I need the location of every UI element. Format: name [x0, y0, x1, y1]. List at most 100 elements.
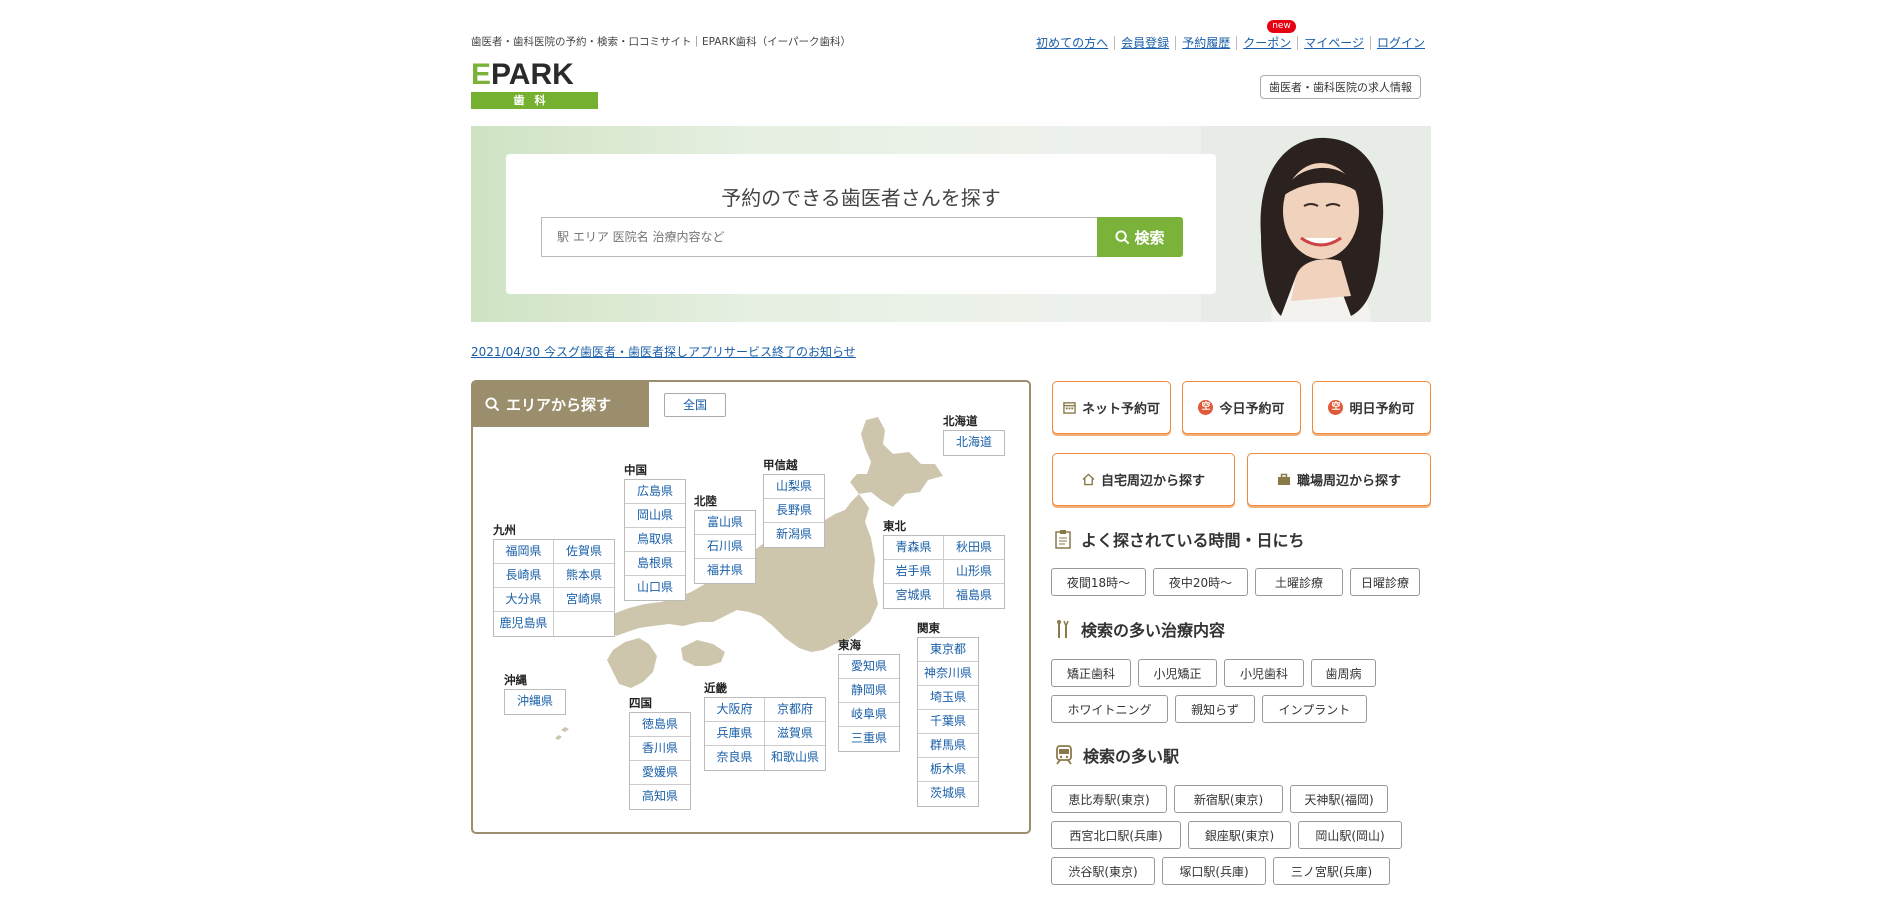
pref-wakayama[interactable]: 和歌山県 — [765, 746, 825, 770]
tag-station[interactable]: 塚口駅(兵庫) — [1162, 857, 1266, 885]
search-input[interactable] — [541, 217, 1097, 257]
tag-station[interactable]: 岡山駅(岡山) — [1298, 821, 1402, 849]
pref-shimane[interactable]: 島根県 — [625, 552, 685, 576]
tag-treatment[interactable]: 親知らず — [1175, 695, 1255, 723]
tomorrow-reservation-button[interactable]: 空 明日予約可 — [1312, 381, 1431, 434]
pref-tottori[interactable]: 鳥取県 — [625, 528, 685, 552]
home-area-button[interactable]: 自宅周辺から探す — [1052, 453, 1235, 506]
pref-tochigi[interactable]: 栃木県 — [918, 758, 978, 782]
pref-fukushima[interactable]: 福島県 — [944, 584, 1004, 608]
tag-time[interactable]: 夜間18時〜 — [1051, 568, 1146, 596]
tag-treatment[interactable]: 歯周病 — [1311, 659, 1376, 687]
pref-oita[interactable]: 大分県 — [494, 588, 554, 612]
tag-treatment[interactable]: インプラント — [1262, 695, 1367, 723]
pref-ishikawa[interactable]: 石川県 — [695, 535, 755, 559]
pref-aichi[interactable]: 愛知県 — [839, 655, 899, 679]
region-chugoku: 広島県 岡山県 鳥取県 島根県 山口県 — [624, 479, 686, 601]
logo-subtitle: 歯科 — [471, 92, 598, 109]
dental-tools-icon — [1057, 620, 1069, 638]
pref-yamanashi[interactable]: 山梨県 — [764, 475, 824, 499]
tag-station[interactable]: 三ノ宮駅(兵庫) — [1273, 857, 1390, 885]
tag-time[interactable]: 土曜診療 — [1255, 568, 1343, 596]
tag-time[interactable]: 夜中20時〜 — [1153, 568, 1248, 596]
pref-kanagawa[interactable]: 神奈川県 — [918, 662, 978, 686]
pref-nagano[interactable]: 長野県 — [764, 499, 824, 523]
pref-fukuoka[interactable]: 福岡県 — [494, 540, 554, 564]
work-area-button[interactable]: 職場周辺から探す — [1247, 453, 1431, 506]
pref-hyogo[interactable]: 兵庫県 — [705, 722, 765, 746]
pref-gifu[interactable]: 岐阜県 — [839, 703, 899, 727]
all-japan-button[interactable]: 全国 — [664, 393, 726, 417]
notice-link[interactable]: 2021/04/30 今スグ歯医者・歯医者探しアプリサービス終了のお知らせ — [471, 343, 856, 360]
pref-nara[interactable]: 奈良県 — [705, 746, 765, 770]
tag-treatment[interactable]: ホワイトニング — [1051, 695, 1168, 723]
pref-yamagata[interactable]: 山形県 — [944, 560, 1004, 584]
recruit-button[interactable]: 歯医者・歯科医院の求人情報 — [1260, 75, 1421, 99]
pref-kagoshima[interactable]: 鹿児島県 — [494, 612, 554, 636]
net-reservation-button[interactable]: ネット予約可 — [1052, 381, 1171, 434]
pref-ibaraki[interactable]: 茨城県 — [918, 782, 978, 806]
tag-station[interactable]: 渋谷駅(東京) — [1051, 857, 1155, 885]
pref-niigata[interactable]: 新潟県 — [764, 523, 824, 547]
clipboard-icon — [1055, 530, 1071, 549]
nav-login[interactable]: ログイン — [1369, 36, 1431, 50]
pref-saitama[interactable]: 埼玉県 — [918, 686, 978, 710]
tag-treatment[interactable]: 小児矯正 — [1138, 659, 1217, 687]
tag-treatment[interactable]: 矯正歯科 — [1051, 659, 1131, 687]
nav-mypage[interactable]: マイページ — [1297, 36, 1370, 50]
pref-mie[interactable]: 三重県 — [839, 727, 899, 751]
region-tohoku-label: 東北 — [883, 519, 906, 533]
nav-coupon[interactable]: クーポン new — [1236, 20, 1297, 50]
tag-station[interactable]: 西宮北口駅(兵庫) — [1051, 821, 1181, 849]
pref-gunma[interactable]: 群馬県 — [918, 734, 978, 758]
epark-logo[interactable]: EPARK 歯科 — [471, 60, 598, 110]
pref-okinawa[interactable]: 沖縄県 — [505, 690, 565, 714]
pref-kagawa[interactable]: 香川県 — [630, 737, 690, 761]
pref-osaka[interactable]: 大阪府 — [705, 698, 765, 722]
search-button[interactable]: 検索 — [1097, 217, 1183, 257]
popular-station-title: 検索の多い駅 — [1083, 747, 1180, 766]
area-search-panel: エリアから探す 全国 北海道 北海道 東北 青森県 秋田県 岩手県 山形県 宮城… — [471, 380, 1031, 834]
nav-register[interactable]: 会員登録 — [1114, 36, 1175, 50]
region-okinawa-label: 沖縄 — [504, 673, 527, 687]
pref-iwate[interactable]: 岩手県 — [884, 560, 944, 584]
pref-yamaguchi[interactable]: 山口県 — [625, 576, 685, 600]
net-reservation-label: ネット予約可 — [1081, 402, 1160, 417]
pref-aomori[interactable]: 青森県 — [884, 536, 944, 560]
hero-banner: 予約のできる歯医者さんを探す 検索 — [471, 126, 1431, 322]
pref-kyoto[interactable]: 京都府 — [765, 698, 825, 722]
today-reservation-button[interactable]: 空 今日予約可 — [1182, 381, 1301, 434]
pref-chiba[interactable]: 千葉県 — [918, 710, 978, 734]
tag-station[interactable]: 天神駅(福岡) — [1290, 785, 1388, 813]
pref-shizuoka[interactable]: 静岡県 — [839, 679, 899, 703]
popular-time-heading: よく探されている時間・日にち — [1055, 527, 1305, 551]
tag-station[interactable]: 新宿駅(東京) — [1174, 785, 1283, 813]
pref-shiga[interactable]: 滋賀県 — [765, 722, 825, 746]
region-koshinetsu: 山梨県 長野県 新潟県 — [763, 474, 825, 548]
pref-tokyo[interactable]: 東京都 — [918, 638, 978, 662]
region-tokai-label: 東海 — [838, 638, 861, 652]
pref-toyama[interactable]: 富山県 — [695, 511, 755, 535]
pref-hiroshima[interactable]: 広島県 — [625, 480, 685, 504]
pref-miyagi[interactable]: 宮城県 — [884, 584, 944, 608]
tag-treatment[interactable]: 小児歯科 — [1224, 659, 1304, 687]
pref-hokkaido[interactable]: 北海道 — [944, 431, 1004, 455]
pref-kumamoto[interactable]: 熊本県 — [554, 564, 614, 588]
pref-saga[interactable]: 佐賀県 — [554, 540, 614, 564]
tag-station[interactable]: 銀座駅(東京) — [1188, 821, 1291, 849]
tag-time[interactable]: 日曜診療 — [1350, 568, 1420, 596]
tag-station[interactable]: 恵比寿駅(東京) — [1051, 785, 1167, 813]
region-hokkaido-label: 北海道 — [943, 414, 978, 428]
nav-history[interactable]: 予約履歴 — [1175, 36, 1236, 50]
popular-treatment-heading: 検索の多い治療内容 — [1055, 617, 1225, 641]
pref-kochi[interactable]: 高知県 — [630, 785, 690, 809]
pref-okayama[interactable]: 岡山県 — [625, 504, 685, 528]
nav-first-time[interactable]: 初めての方へ — [1030, 36, 1114, 50]
pref-fukui[interactable]: 福井県 — [695, 559, 755, 583]
pref-akita[interactable]: 秋田県 — [944, 536, 1004, 560]
pref-nagasaki[interactable]: 長崎県 — [494, 564, 554, 588]
pref-tokushima[interactable]: 徳島県 — [630, 713, 690, 737]
search-title: 予約のできる歯医者さんを探す — [721, 186, 1001, 210]
pref-miyazaki[interactable]: 宮崎県 — [554, 588, 614, 612]
pref-ehime[interactable]: 愛媛県 — [630, 761, 690, 785]
